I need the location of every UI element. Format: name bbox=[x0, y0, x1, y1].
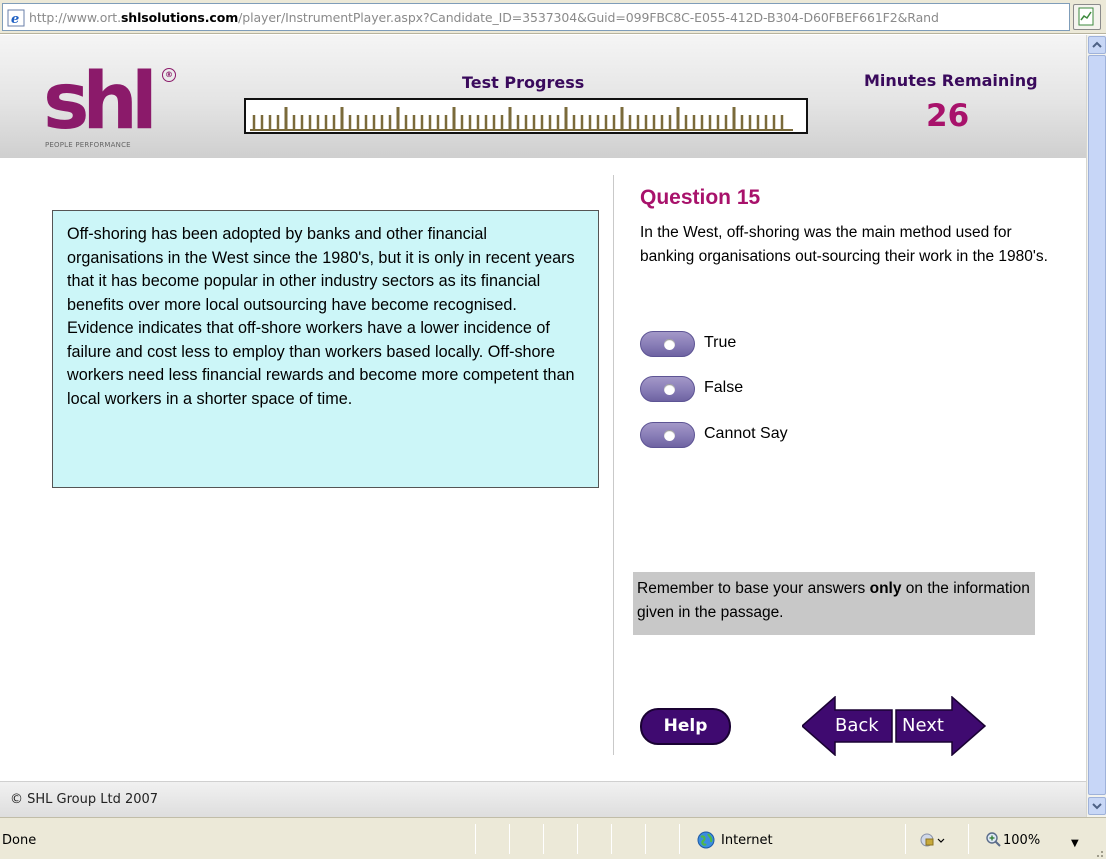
help-button[interactable]: Help bbox=[640, 708, 731, 745]
option-label: False bbox=[704, 379, 744, 396]
status-separator bbox=[905, 824, 906, 854]
rss-feed-icon bbox=[1078, 7, 1094, 26]
reminder-text: Remember to base your answers bbox=[637, 580, 870, 597]
minutes-remaining-value: 26 bbox=[926, 98, 970, 134]
radio-dot bbox=[664, 430, 675, 441]
radio-button[interactable] bbox=[640, 422, 695, 448]
status-separator bbox=[543, 824, 544, 854]
back-label: Back bbox=[835, 715, 879, 736]
page-footer: © SHL Group Ltd 2007 bbox=[0, 781, 1086, 817]
question-text: In the West, off-shoring was the main me… bbox=[640, 224, 1048, 265]
back-button[interactable]: Back bbox=[800, 695, 894, 757]
rss-feed-button[interactable] bbox=[1073, 4, 1101, 30]
logo-tagline: PEOPLE PERFORMANCE bbox=[45, 141, 131, 149]
reminder-note: Remember to base your answers only on th… bbox=[633, 572, 1035, 635]
status-separator bbox=[509, 824, 510, 854]
protected-mode-icon[interactable] bbox=[919, 831, 945, 849]
next-button[interactable]: Next bbox=[894, 695, 987, 757]
zoom-icon bbox=[986, 832, 1001, 847]
column-divider bbox=[613, 175, 614, 755]
reminder-emphasis: only bbox=[869, 580, 902, 597]
option-label: True bbox=[704, 334, 737, 351]
option-true[interactable]: True bbox=[640, 331, 890, 359]
status-text: Done bbox=[2, 833, 37, 848]
passage-panel: Off-shoring has been adopted by banks an… bbox=[52, 210, 599, 488]
shl-logo: shl ® PEOPLE PERFORMANCE bbox=[43, 57, 183, 156]
address-bar: e http://www.ort.shlsolutions.com/player… bbox=[0, 0, 1106, 34]
progress-label: Test Progress bbox=[462, 73, 585, 92]
zoom-level[interactable]: 100% bbox=[1003, 833, 1040, 848]
zoom-dropdown-icon[interactable]: ▼ bbox=[1071, 838, 1079, 849]
passage-text: Off-shoring has been adopted by banks an… bbox=[67, 225, 575, 408]
status-bar: Done Internet 100% ▼ bbox=[0, 817, 1106, 859]
next-label: Next bbox=[902, 715, 944, 736]
resize-grip-icon[interactable] bbox=[1094, 848, 1104, 858]
url-field[interactable]: e http://www.ort.shlsolutions.com/player… bbox=[2, 3, 1070, 31]
status-separator bbox=[475, 824, 476, 854]
progress-ticks bbox=[250, 107, 793, 131]
chevron-down-icon bbox=[1092, 803, 1102, 810]
scroll-up-button[interactable] bbox=[1088, 36, 1106, 54]
status-separator bbox=[679, 824, 680, 854]
radio-dot bbox=[664, 384, 675, 395]
minutes-remaining-label: Minutes Remaining bbox=[864, 71, 1038, 90]
test-player: shl ® PEOPLE PERFORMANCE Test Progress M… bbox=[0, 35, 1086, 817]
progress-bar bbox=[244, 98, 808, 134]
question-title: Question 15 bbox=[640, 186, 761, 209]
radio-button[interactable] bbox=[640, 376, 695, 402]
vertical-scrollbar[interactable] bbox=[1086, 35, 1106, 817]
ie-page-icon: e bbox=[7, 9, 25, 27]
scroll-down-button[interactable] bbox=[1088, 797, 1106, 815]
option-label: Cannot Say bbox=[704, 425, 788, 442]
status-separator bbox=[577, 824, 578, 854]
radio-dot bbox=[664, 339, 675, 350]
test-header: shl ® PEOPLE PERFORMANCE Test Progress M… bbox=[0, 35, 1086, 158]
internet-zone-icon bbox=[697, 831, 715, 849]
svg-text:e: e bbox=[11, 12, 19, 27]
url-text[interactable]: http://www.ort.shlsolutions.com/player/I… bbox=[29, 10, 939, 25]
status-separator bbox=[645, 824, 646, 854]
registered-mark: ® bbox=[162, 68, 176, 82]
status-separator bbox=[968, 824, 969, 854]
logo-wordmark: shl bbox=[43, 57, 158, 147]
option-cannot-say[interactable]: Cannot Say bbox=[640, 422, 890, 450]
option-false[interactable]: False bbox=[640, 376, 890, 404]
zone-label: Internet bbox=[721, 833, 773, 848]
radio-button[interactable] bbox=[640, 331, 695, 357]
copyright-text: © SHL Group Ltd 2007 bbox=[10, 792, 159, 807]
chevron-up-icon bbox=[1092, 41, 1102, 48]
scroll-thumb[interactable] bbox=[1088, 55, 1106, 795]
status-separator bbox=[611, 824, 612, 854]
